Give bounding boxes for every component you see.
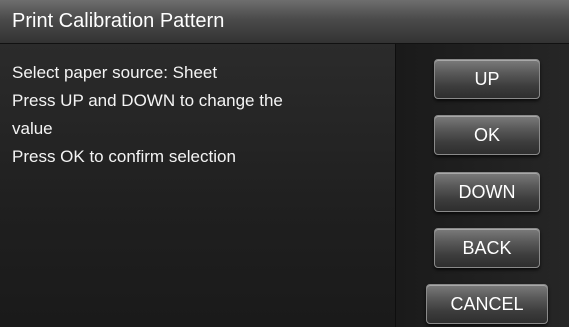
message-line-confirm: Press OK to confirm selection xyxy=(12,147,236,166)
message-line-instruction-cont: value xyxy=(12,119,53,138)
message-line-instruction: Press UP and DOWN to change the xyxy=(12,91,283,110)
message-panel: Select paper source: Sheet Press UP and … xyxy=(0,44,395,327)
up-button[interactable]: UP xyxy=(434,59,540,99)
back-button[interactable]: BACK xyxy=(434,228,540,268)
ok-button[interactable]: OK xyxy=(434,115,540,155)
printer-control-panel: Print Calibration Pattern Select paper s… xyxy=(0,0,569,327)
cancel-button[interactable]: CANCEL xyxy=(426,284,548,324)
down-button[interactable]: DOWN xyxy=(434,172,540,212)
message-line-paper-source: Select paper source: Sheet xyxy=(12,63,218,82)
page-title: Print Calibration Pattern xyxy=(12,10,225,32)
title-bar: Print Calibration Pattern xyxy=(0,0,569,44)
